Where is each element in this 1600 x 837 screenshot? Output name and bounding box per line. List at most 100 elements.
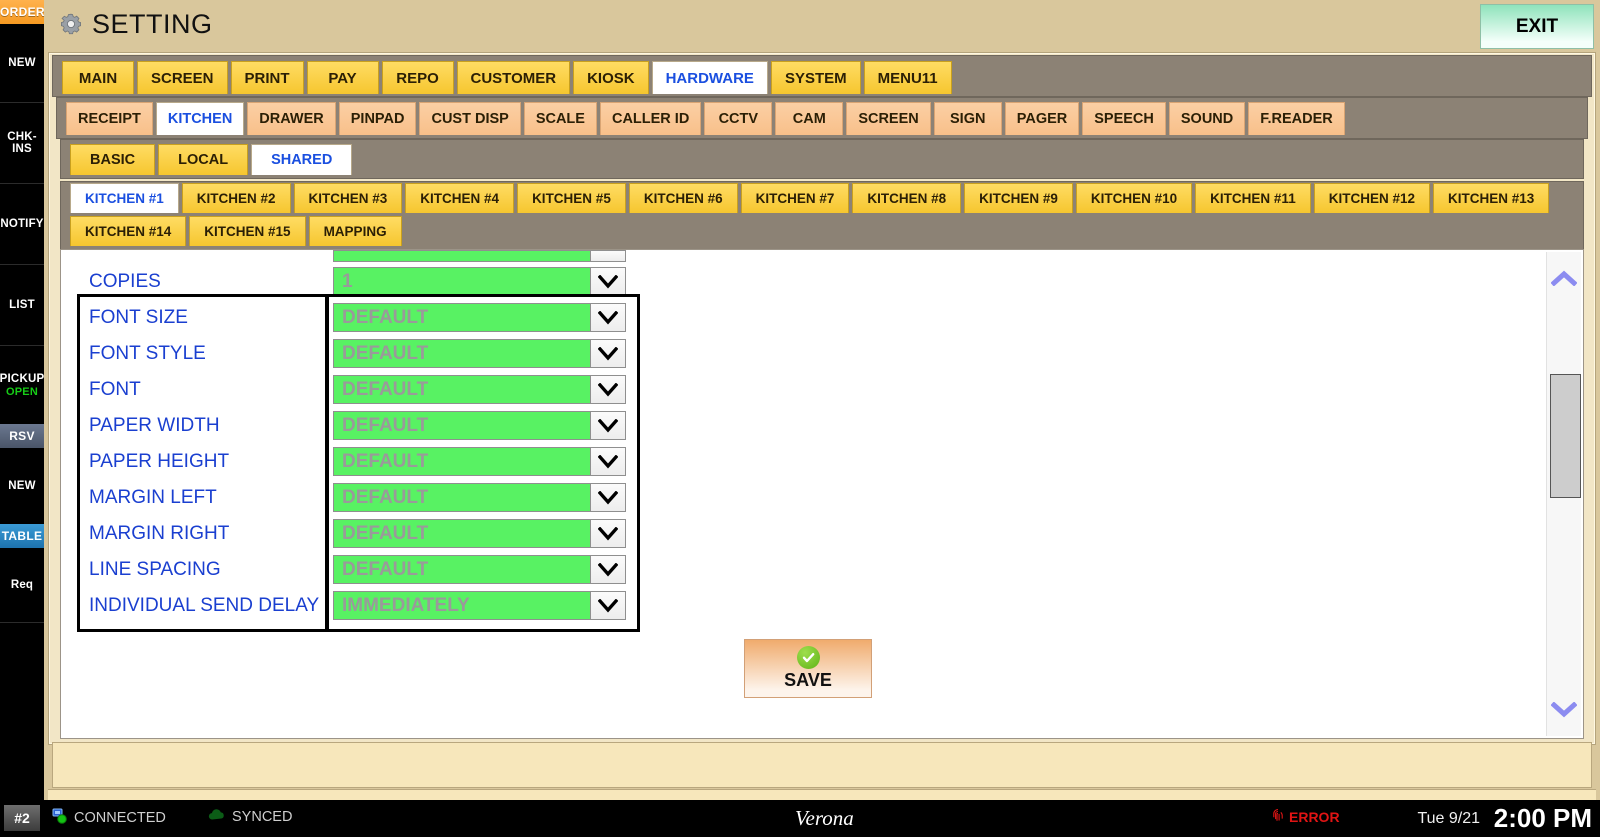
select-line-spacing[interactable]: DEFAULT xyxy=(333,555,626,584)
tab-local[interactable]: LOCAL xyxy=(158,144,249,175)
sidebar-item-new-rsv[interactable]: NEW xyxy=(0,448,44,524)
chevron-down-icon[interactable] xyxy=(590,340,625,367)
tab-kitchen-6[interactable]: KITCHEN #6 xyxy=(628,183,738,213)
tab-kitchen-5[interactable]: KITCHEN #5 xyxy=(517,183,626,213)
tab-kitchen[interactable]: KITCHEN xyxy=(155,102,245,135)
sidebar-item-new-order[interactable]: NEW xyxy=(0,24,44,103)
tab-screen[interactable]: SCREEN xyxy=(137,61,228,94)
tab-repo[interactable]: REPO xyxy=(381,61,454,94)
chevron-down-icon[interactable] xyxy=(1547,690,1581,730)
tab-receipt[interactable]: RECEIPT xyxy=(66,102,153,135)
sidebar-item-label: Req xyxy=(10,579,34,591)
tab-system[interactable]: SYSTEM xyxy=(770,61,861,94)
status-synced-label: SYNCED xyxy=(232,808,293,825)
chevron-down-icon[interactable] xyxy=(590,520,625,547)
tab-cctv[interactable]: CCTV xyxy=(704,102,773,135)
tab-pay[interactable]: PAY xyxy=(306,61,379,94)
select-margin-left[interactable]: DEFAULT xyxy=(333,483,626,512)
select-paper-height[interactable]: DEFAULT xyxy=(333,447,626,476)
chevron-down-icon xyxy=(590,251,625,261)
select-font-style[interactable]: DEFAULT xyxy=(333,339,626,368)
tab-kitchen-12[interactable]: KITCHEN #12 xyxy=(1313,183,1430,213)
save-button[interactable]: SAVE xyxy=(744,639,872,698)
sidebar-item-pickup-status: OPEN xyxy=(6,385,38,398)
field-label-margin-left: MARGIN LEFT xyxy=(89,487,217,508)
tab-kitchen-15[interactable]: KITCHEN #15 xyxy=(189,216,306,246)
sidebar-item-list[interactable]: LIST xyxy=(0,265,44,346)
select-individual-send-delay[interactable]: IMMEDIATELY xyxy=(333,591,626,620)
tab-shared[interactable]: SHARED xyxy=(251,144,353,175)
sidebar-item-pickup[interactable]: PICKUP OPEN xyxy=(0,346,44,424)
tab-kitchen-9[interactable]: KITCHEN #9 xyxy=(964,183,1073,213)
sidebar-header-rsv[interactable]: RSV xyxy=(0,424,44,448)
sidebar-item-notify[interactable]: NOTIFY xyxy=(0,184,44,265)
field-label-line-spacing: LINE SPACING xyxy=(89,559,221,580)
tab-kitchen-7[interactable]: KITCHEN #7 xyxy=(740,183,850,213)
sidebar-item-chkins[interactable]: CHK-INS xyxy=(0,103,44,184)
chevron-down-icon[interactable] xyxy=(590,268,625,295)
terminal-number-badge[interactable]: #2 xyxy=(4,805,40,831)
select-paper-height-value: DEFAULT xyxy=(342,450,429,472)
tab-print[interactable]: PRINT xyxy=(230,61,304,94)
scrollbar-thumb[interactable] xyxy=(1550,374,1581,498)
tab-hardware[interactable]: HARDWARE xyxy=(651,61,768,94)
chevron-down-icon[interactable] xyxy=(590,484,625,511)
tab-kitchen-3[interactable]: KITCHEN #3 xyxy=(293,183,403,213)
tab-kitchen-1[interactable]: KITCHEN #1 xyxy=(70,183,179,213)
tab-kitchen-8[interactable]: KITCHEN #8 xyxy=(852,183,962,213)
content-scrollbar[interactable] xyxy=(1546,252,1581,736)
tab-customer[interactable]: CUSTOMER xyxy=(456,61,571,94)
select-font-size[interactable]: DEFAULT xyxy=(333,303,626,332)
field-label-font-style: FONT STYLE xyxy=(89,343,206,364)
tab-cam[interactable]: CAM xyxy=(775,102,844,135)
tab-screen-hw[interactable]: SCREEN xyxy=(846,102,931,135)
field-label-font-size: FONT SIZE xyxy=(89,307,188,328)
chevron-up-icon[interactable] xyxy=(1547,258,1581,298)
tab-kitchen-13[interactable]: KITCHEN #13 xyxy=(1432,183,1550,213)
chevron-down-icon[interactable] xyxy=(590,448,625,475)
status-error-label: ERROR xyxy=(1289,809,1340,825)
network-icon xyxy=(52,808,68,828)
tab-sound[interactable]: SOUND xyxy=(1168,102,1246,135)
chevron-down-icon[interactable] xyxy=(590,304,625,331)
chevron-down-icon[interactable] xyxy=(590,556,625,583)
select-margin-right[interactable]: DEFAULT xyxy=(333,519,626,548)
tab-kitchen-10[interactable]: KITCHEN #10 xyxy=(1075,183,1193,213)
tab-scale[interactable]: SCALE xyxy=(523,102,597,135)
status-error[interactable]: ERROR xyxy=(1272,808,1340,826)
chevron-down-icon[interactable] xyxy=(590,376,625,403)
tab-caller-id[interactable]: CALLER ID xyxy=(599,102,702,135)
tab-basic[interactable]: BASIC xyxy=(70,144,156,175)
tab-drawer[interactable]: DRAWER xyxy=(247,102,336,135)
tab-mapping[interactable]: MAPPING xyxy=(308,216,402,246)
tab-freader[interactable]: F.READER xyxy=(1248,102,1345,135)
sidebar-header-table[interactable]: TABLE xyxy=(0,524,44,548)
select-font[interactable]: DEFAULT xyxy=(333,375,626,404)
tab-pager[interactable]: PAGER xyxy=(1004,102,1080,135)
chevron-down-icon[interactable] xyxy=(590,592,625,619)
tab-menu11[interactable]: MENU11 xyxy=(863,61,952,94)
tab-kitchen-14[interactable]: KITCHEN #14 xyxy=(70,216,187,246)
select-copies[interactable]: 1 xyxy=(333,267,626,296)
chevron-down-icon[interactable] xyxy=(590,412,625,439)
tab-speech[interactable]: SPEECH xyxy=(1082,102,1166,135)
scrolled-select-partial[interactable] xyxy=(333,250,626,262)
tab-pinpad[interactable]: PINPAD xyxy=(338,102,417,135)
select-copies-value: 1 xyxy=(342,270,353,292)
sidebar-item-label: NOTIFY xyxy=(0,218,44,230)
tab-sign[interactable]: SIGN xyxy=(933,102,1002,135)
tab-cust-disp[interactable]: CUST DISP xyxy=(419,102,521,135)
status-connected-label: CONNECTED xyxy=(74,810,166,826)
tab-kiosk[interactable]: KIOSK xyxy=(573,61,649,94)
select-paper-width[interactable]: DEFAULT xyxy=(333,411,626,440)
tab-kitchen-11[interactable]: KITCHEN #11 xyxy=(1195,183,1311,213)
sidebar-item-req[interactable]: Req xyxy=(0,548,44,623)
tab-main[interactable]: MAIN xyxy=(62,61,134,94)
sidebar-header-order[interactable]: ORDER xyxy=(0,0,45,24)
save-button-label: SAVE xyxy=(784,670,832,690)
exit-button[interactable]: EXIT xyxy=(1480,4,1594,49)
tab-kitchen-4[interactable]: KITCHEN #4 xyxy=(405,183,515,213)
field-label-margin-right: MARGIN RIGHT xyxy=(89,523,230,544)
tab-kitchen-2[interactable]: KITCHEN #2 xyxy=(181,183,291,213)
tabs-level2: RECEIPT KITCHEN DRAWER PINPAD CUST DISP … xyxy=(60,99,1590,135)
